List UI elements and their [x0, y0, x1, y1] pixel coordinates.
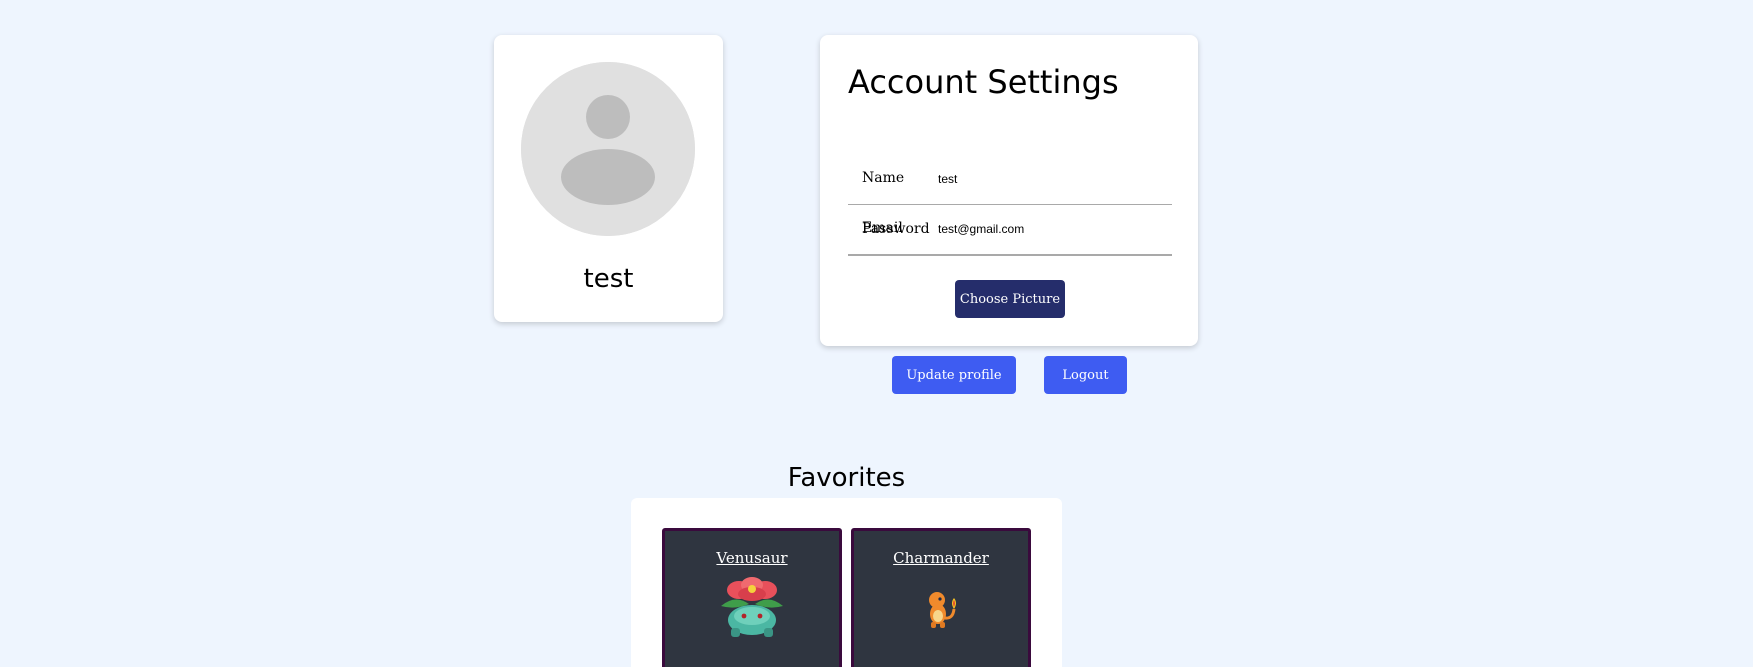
favorite-card-venusaur[interactable]: Venusaur: [662, 528, 842, 667]
update-profile-button[interactable]: Update profile: [892, 356, 1016, 394]
venusaur-sprite-icon: [721, 577, 783, 637]
favorite-card-charmander[interactable]: Charmander: [851, 528, 1031, 667]
logout-button[interactable]: Logout: [1044, 356, 1127, 394]
user-placeholder-icon: [521, 62, 695, 236]
profile-name: test: [583, 264, 634, 294]
password-label: Password: [862, 221, 930, 237]
password-input[interactable]: [938, 216, 1163, 244]
choose-picture-button[interactable]: Choose Picture: [955, 280, 1065, 318]
password-field-row: Password: [848, 206, 1172, 256]
favorites-title: Favorites: [787, 463, 906, 493]
name-label: Name: [862, 170, 905, 186]
charmander-sprite-icon: [929, 592, 956, 628]
settings-title: Account Settings: [848, 63, 1119, 101]
account-settings-card: Account Settings Name Email Password Cho…: [820, 35, 1198, 346]
profile-page: test Account Settings Name Email Passwor…: [0, 0, 1753, 667]
pokemon-name-link[interactable]: Charmander: [854, 549, 1028, 567]
name-field-row: Name: [848, 155, 1172, 205]
avatar: [521, 62, 695, 236]
profile-card: test: [494, 35, 723, 322]
name-input[interactable]: [938, 165, 1163, 193]
pokemon-name-link[interactable]: Venusaur: [665, 549, 839, 567]
favorites-panel: Venusaur Charmander: [631, 498, 1062, 667]
